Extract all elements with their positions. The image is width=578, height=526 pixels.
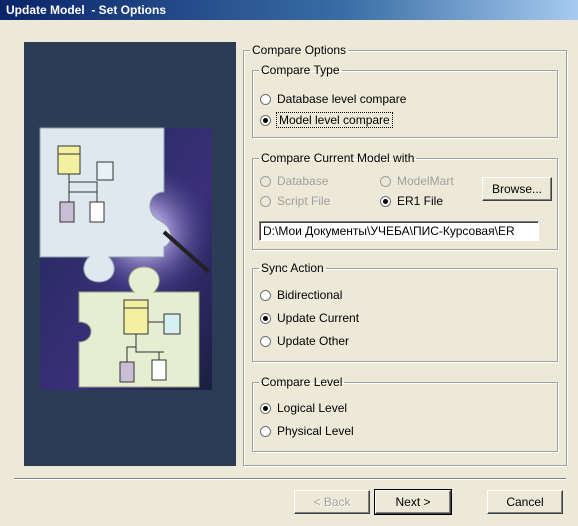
radio-er1-file[interactable]: ER1 File xyxy=(380,193,443,209)
radio-update-other[interactable]: Update Other xyxy=(260,333,349,349)
radio-label: Model level compare xyxy=(276,112,393,128)
wizard-illustration xyxy=(24,42,236,466)
radio-label: Database level compare xyxy=(277,92,407,106)
radio-button-selected-icon[interactable] xyxy=(260,403,271,414)
next-button[interactable]: Next > xyxy=(374,489,452,515)
radio-button-icon[interactable] xyxy=(260,426,271,437)
radio-button-selected-icon[interactable] xyxy=(260,313,271,324)
file-path-field[interactable]: D:\Мои Документы\УЧЕБА\ПИС-Курсовая\ER xyxy=(259,221,539,241)
compare-with-legend: Compare Current Model with xyxy=(261,151,415,165)
radio-logical-level[interactable]: Logical Level xyxy=(260,400,347,416)
radio-label: Update Current xyxy=(277,311,360,325)
radio-button-icon[interactable] xyxy=(260,176,271,187)
radio-modelmart[interactable]: ModelMart xyxy=(380,173,454,189)
radio-label: Logical Level xyxy=(277,401,348,415)
radio-label: Database xyxy=(277,174,329,188)
browse-button[interactable]: Browse... xyxy=(482,177,552,201)
compare-type-legend: Compare Type xyxy=(261,63,340,77)
radio-button-icon[interactable] xyxy=(260,94,271,105)
sync-action-legend: Sync Action xyxy=(261,261,324,275)
radio-model-level-compare[interactable]: Model level compare xyxy=(260,112,393,128)
radio-button-icon[interactable] xyxy=(260,290,271,301)
radio-label: ER1 File xyxy=(397,194,444,208)
radio-label: Update Other xyxy=(277,334,350,348)
cancel-button[interactable]: Cancel xyxy=(487,490,563,514)
compare-options-legend: Compare Options xyxy=(252,43,347,57)
radio-label: Script File xyxy=(277,194,331,208)
radio-label: Bidirectional xyxy=(277,288,343,302)
footer-separator xyxy=(14,478,566,480)
radio-label: ModelMart xyxy=(397,174,454,188)
radio-label: Physical Level xyxy=(277,424,354,438)
back-button[interactable]: < Back xyxy=(294,490,370,514)
radio-button-icon[interactable] xyxy=(260,196,271,207)
window-title: Update Model - Set Options xyxy=(0,0,578,20)
radio-update-current[interactable]: Update Current xyxy=(260,310,359,326)
radio-database-level-compare[interactable]: Database level compare xyxy=(260,91,406,107)
radio-bidirectional[interactable]: Bidirectional xyxy=(260,287,342,303)
radio-script-file[interactable]: Script File xyxy=(260,193,330,209)
radio-physical-level[interactable]: Physical Level xyxy=(260,423,354,439)
radio-database[interactable]: Database xyxy=(260,173,328,189)
compare-level-legend: Compare Level xyxy=(261,375,343,389)
radio-button-icon[interactable] xyxy=(380,176,391,187)
radio-button-selected-icon[interactable] xyxy=(260,115,271,126)
radio-button-icon[interactable] xyxy=(260,336,271,347)
radio-button-selected-icon[interactable] xyxy=(380,196,391,207)
